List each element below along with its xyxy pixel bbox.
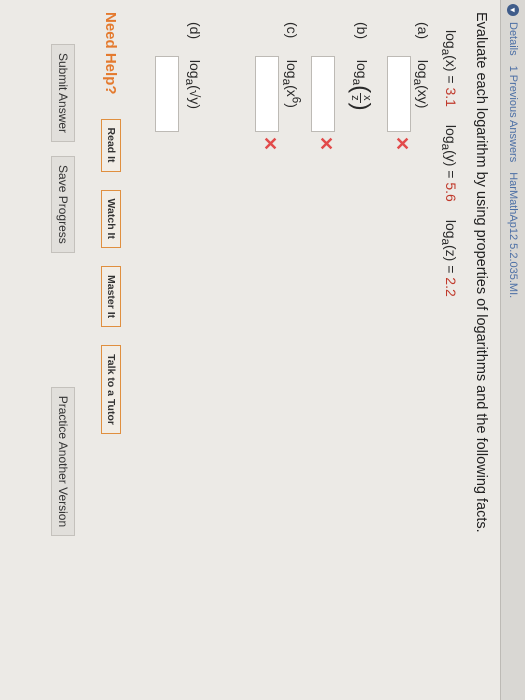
part-c-letter: (c) [284, 22, 301, 39]
part-a-letter: (a) [415, 22, 431, 40]
answer-input-a[interactable] [387, 56, 411, 132]
part-c-expression: loga(x6) [280, 59, 303, 108]
question-text: Evaluate each logarithm by using propert… [473, 12, 489, 533]
part-a: (a) loga(xy) [411, 22, 431, 108]
practice-another-version-button[interactable]: Practice Another Version [51, 386, 75, 537]
given-facts: loga(x) = 3.1 loga(y) = 5.6 loga(z) = 2.… [439, 30, 459, 297]
part-b-expression: loga(x z) [348, 59, 375, 111]
need-help-row: Need Help? Read It Watch It Master It Ta… [101, 12, 121, 434]
answer-input-d[interactable] [155, 56, 179, 132]
incorrect-icon: ✕ [392, 136, 412, 152]
talk-to-tutor-button[interactable]: Talk to a Tutor [101, 345, 121, 434]
part-a-expression: loga(xy) [411, 59, 431, 109]
part-d-expression: loga(√y) [183, 59, 203, 110]
fact-z: loga(z) = 2.2 [439, 219, 459, 297]
info-icon[interactable]: ▾ [507, 4, 519, 16]
watch-it-button[interactable]: Watch It [101, 189, 121, 248]
need-help-title: Need Help? [102, 12, 120, 95]
save-progress-button[interactable]: Save Progress [51, 156, 75, 253]
part-b-letter: (b) [354, 22, 371, 40]
assignment-panel: ▾ Details 1 Previous Answers HarMathAp12… [0, 0, 525, 700]
crumb-details[interactable]: Details [507, 22, 519, 56]
answer-input-c[interactable] [255, 56, 279, 132]
part-c: (c) loga(x6) [281, 22, 303, 108]
part-d-letter: (d) [187, 22, 203, 40]
master-it-button[interactable]: Master It [101, 265, 121, 328]
fact-y: loga(y) = 5.6 [439, 124, 459, 202]
submit-answer-button[interactable]: Submit Answer [51, 44, 75, 143]
fact-x: loga(x) = 3.1 [439, 30, 459, 107]
top-bar: ▾ Details 1 Previous Answers HarMathAp12… [500, 0, 525, 700]
incorrect-icon: ✕ [260, 136, 280, 152]
read-it-button[interactable]: Read It [101, 118, 121, 172]
incorrect-icon: ✕ [316, 136, 336, 152]
action-row: Submit Answer Save Progress Practice Ano… [51, 44, 75, 537]
crumb-problem-id: HarMathAp12 5.2.035.MI. [507, 172, 519, 299]
part-b: (b) loga(x z) [347, 22, 375, 111]
answer-input-b[interactable] [311, 56, 335, 132]
crumb-previous-answers[interactable]: 1 Previous Answers [507, 66, 519, 163]
part-d: (d) loga(√y) [183, 22, 203, 109]
